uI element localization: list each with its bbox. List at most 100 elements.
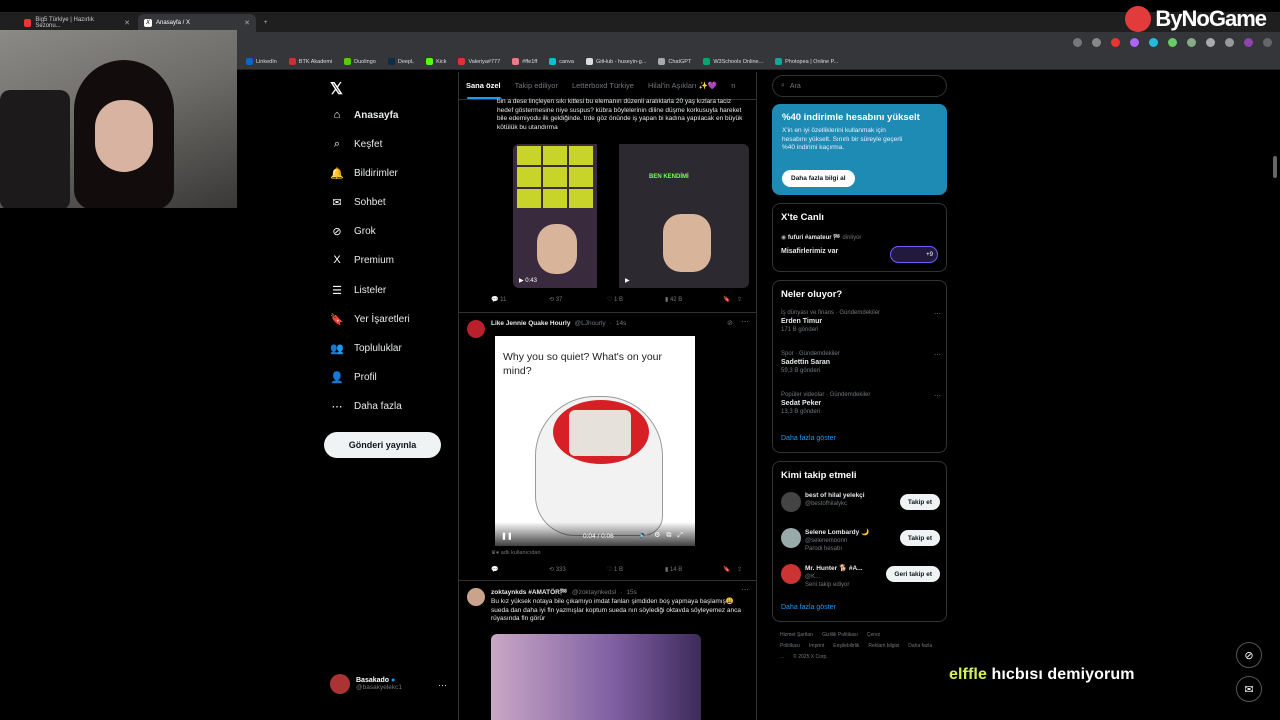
nav-item-7[interactable]: 🔖 Yer İşaretleri [330, 312, 410, 326]
avatar[interactable] [781, 492, 801, 512]
bookmark-item[interactable]: canva [543, 58, 580, 65]
more-icon[interactable]: ⋯ [438, 680, 447, 691]
bookmark-item[interactable]: GitHub - huseyin-g... [580, 58, 652, 65]
extension-icon[interactable] [1149, 38, 1158, 47]
close-icon[interactable]: ✕ [244, 19, 250, 27]
mail-icon[interactable]: ✉ [1236, 676, 1262, 702]
nav-item-9[interactable]: 👤 Profil [330, 370, 377, 384]
more-icon[interactable]: ⋯ [934, 351, 941, 359]
avatar[interactable] [781, 564, 801, 584]
close-icon[interactable]: ✕ [124, 19, 130, 27]
reply-button[interactable]: 💬 [491, 566, 549, 573]
extension-icon[interactable] [1130, 38, 1139, 47]
views-button[interactable]: ▮ 14 B [665, 566, 723, 573]
account-switcher[interactable]: Basakado ● @basakyelekc1 [330, 674, 402, 694]
bookmark-item[interactable]: LinkedIn [240, 58, 283, 65]
like-button[interactable]: ♡ 1 B [607, 566, 665, 573]
tab-letterboxd[interactable]: Letterboxd Türkiye [565, 81, 641, 90]
nav-item-2[interactable]: 🔔 Bildirimler [330, 166, 398, 180]
tab-more[interactable]: n [724, 81, 742, 90]
post-button[interactable]: Gönderi yayınla [324, 432, 441, 458]
avatar[interactable] [1244, 38, 1253, 47]
meme-video[interactable]: Why you so quiet? What's on your mind? [495, 336, 695, 546]
repost-button[interactable]: ⟲ 333 [549, 566, 607, 573]
footer-link[interactable]: Imprint [809, 643, 824, 649]
share-icon[interactable]: ⇪ [737, 296, 742, 303]
footer-link[interactable]: Erişilebilirlik [833, 643, 859, 649]
show-more-link[interactable]: Daha fazla göster [781, 435, 836, 442]
more-icon[interactable]: ⋯ [741, 317, 749, 326]
avatar[interactable] [781, 528, 801, 548]
bookmark-item[interactable]: ChatGPT [652, 58, 697, 65]
show-more-link[interactable]: Daha fazla göster [781, 604, 836, 611]
footer-link[interactable]: Reklam bilgisi [868, 643, 899, 649]
views-button[interactable]: ▮ 42 B [665, 296, 723, 303]
new-tab-button[interactable]: + [258, 14, 274, 32]
bookmark-icon[interactable]: 🔖 [723, 566, 737, 573]
video-control-icons[interactable]: 🔊⚙⧉⤢ [639, 531, 689, 540]
live-description[interactable]: Misafirlerimiz var [781, 248, 838, 255]
search-input[interactable]: ⌕ Ara [772, 75, 947, 97]
pause-icon[interactable]: ❚❚ [501, 532, 513, 540]
extension-icon[interactable] [1168, 38, 1177, 47]
trend-item[interactable]: Popüler videolar · Gündemdekiler Sedat Pe… [781, 392, 941, 415]
author-name[interactable]: Like Jennie Quake Hourly [491, 320, 570, 327]
extension-icon[interactable] [1111, 38, 1120, 47]
nav-item-4[interactable]: ⊘ Grok [330, 224, 375, 238]
live-host[interactable]: ◉ fufuri #amateur 🏁 dinliyor [781, 234, 861, 241]
tab-hilal[interactable]: Hilal'in Aşıkları ✨💜 [641, 81, 724, 90]
author-name[interactable]: zoktaynkds #AMATÖR🏁 [491, 588, 568, 596]
footer-link[interactable]: Hizmet Şartları [780, 632, 813, 638]
download-icon[interactable] [1225, 38, 1234, 47]
follow-item[interactable]: Selene Lombardy 🌙 @selenemoonn Parodi hesa… [773, 526, 948, 558]
trend-item[interactable]: İş dünyası ve finans · Gündemdekiler Erde… [781, 310, 941, 333]
extension-icon[interactable] [1073, 38, 1082, 47]
extension-icon[interactable] [1187, 38, 1196, 47]
bookmark-item[interactable]: DeepL [382, 58, 420, 65]
avatar[interactable] [467, 320, 485, 338]
x-logo-icon[interactable]: 𝕏 [330, 79, 343, 99]
more-icon[interactable]: ⋯ [741, 585, 749, 594]
bookmark-item[interactable]: W3Schools Online... [697, 58, 769, 65]
bookmark-item[interactable]: Valeriya#777 [452, 58, 506, 65]
star-icon[interactable] [1092, 38, 1101, 47]
author-handle[interactable]: @zoktaynkedsl [572, 589, 616, 596]
footer-link[interactable]: © 2025 X Corp. [793, 654, 828, 660]
more-icon[interactable]: ⋯ [934, 392, 941, 400]
repost-button[interactable]: ⟲ 37 [549, 296, 607, 303]
bookmark-icon[interactable]: 🔖 [723, 296, 737, 303]
follow-item[interactable]: Mr. Hunter 🐕 #A... @K... Seni takip ediyor… [773, 562, 948, 594]
tweet-media-right[interactable]: BEN KENDİMİ ▶ [619, 144, 749, 288]
tweet-time[interactable]: 15s [626, 589, 636, 596]
attribution[interactable]: ♛● adlı kullanıcıdan [491, 550, 541, 556]
tab-for-you[interactable]: Sana özel [459, 81, 508, 90]
play-icon[interactable]: ▶ [625, 277, 630, 284]
trend-item[interactable]: Spor · Gündemdekiler Sadettin Saran 59,3 B… [781, 351, 941, 374]
grok-icon[interactable]: ⊘ [1236, 642, 1262, 668]
author-handle[interactable]: @LJhourly [574, 320, 605, 327]
learn-more-button[interactable]: Daha fazla bilgi al [782, 170, 855, 187]
nav-item-10[interactable]: ⋯ Daha fazla [330, 399, 402, 413]
tweet-media-left[interactable]: ▶ 0:43 [513, 144, 597, 288]
follow-button[interactable]: Takip et [899, 530, 940, 546]
bookmark-item[interactable]: BTK Akademi [283, 58, 338, 65]
nav-item-3[interactable]: ✉ Sohbet [330, 195, 385, 209]
reply-button[interactable]: 💬 11 [491, 296, 549, 303]
like-button[interactable]: ♡ 1 B [607, 296, 665, 303]
footer-link[interactable]: Gizlilik Politikası [822, 632, 858, 638]
bookmark-item[interactable]: Duolingo [338, 58, 382, 65]
follow-button[interactable]: Geri takip et [886, 566, 940, 582]
nav-item-0[interactable]: ⌂ Anasayfa [330, 108, 399, 122]
nav-item-6[interactable]: ☰ Listeler [330, 283, 386, 297]
share-icon[interactable]: ⇪ [737, 566, 742, 573]
tweet-media[interactable] [491, 634, 701, 720]
more-icon[interactable]: ⋯ [934, 310, 941, 318]
grok-icon[interactable]: ⊘ [727, 319, 733, 327]
puzzle-icon[interactable] [1206, 38, 1215, 47]
nav-item-5[interactable]: X Premium [330, 253, 394, 267]
scrollbar[interactable] [1273, 156, 1277, 178]
bookmark-item[interactable]: #ffe1ff [506, 58, 543, 65]
tweet-time[interactable]: 14s [616, 320, 626, 327]
menu-icon[interactable] [1263, 38, 1272, 47]
nav-item-8[interactable]: 👥 Topluluklar [330, 341, 402, 355]
